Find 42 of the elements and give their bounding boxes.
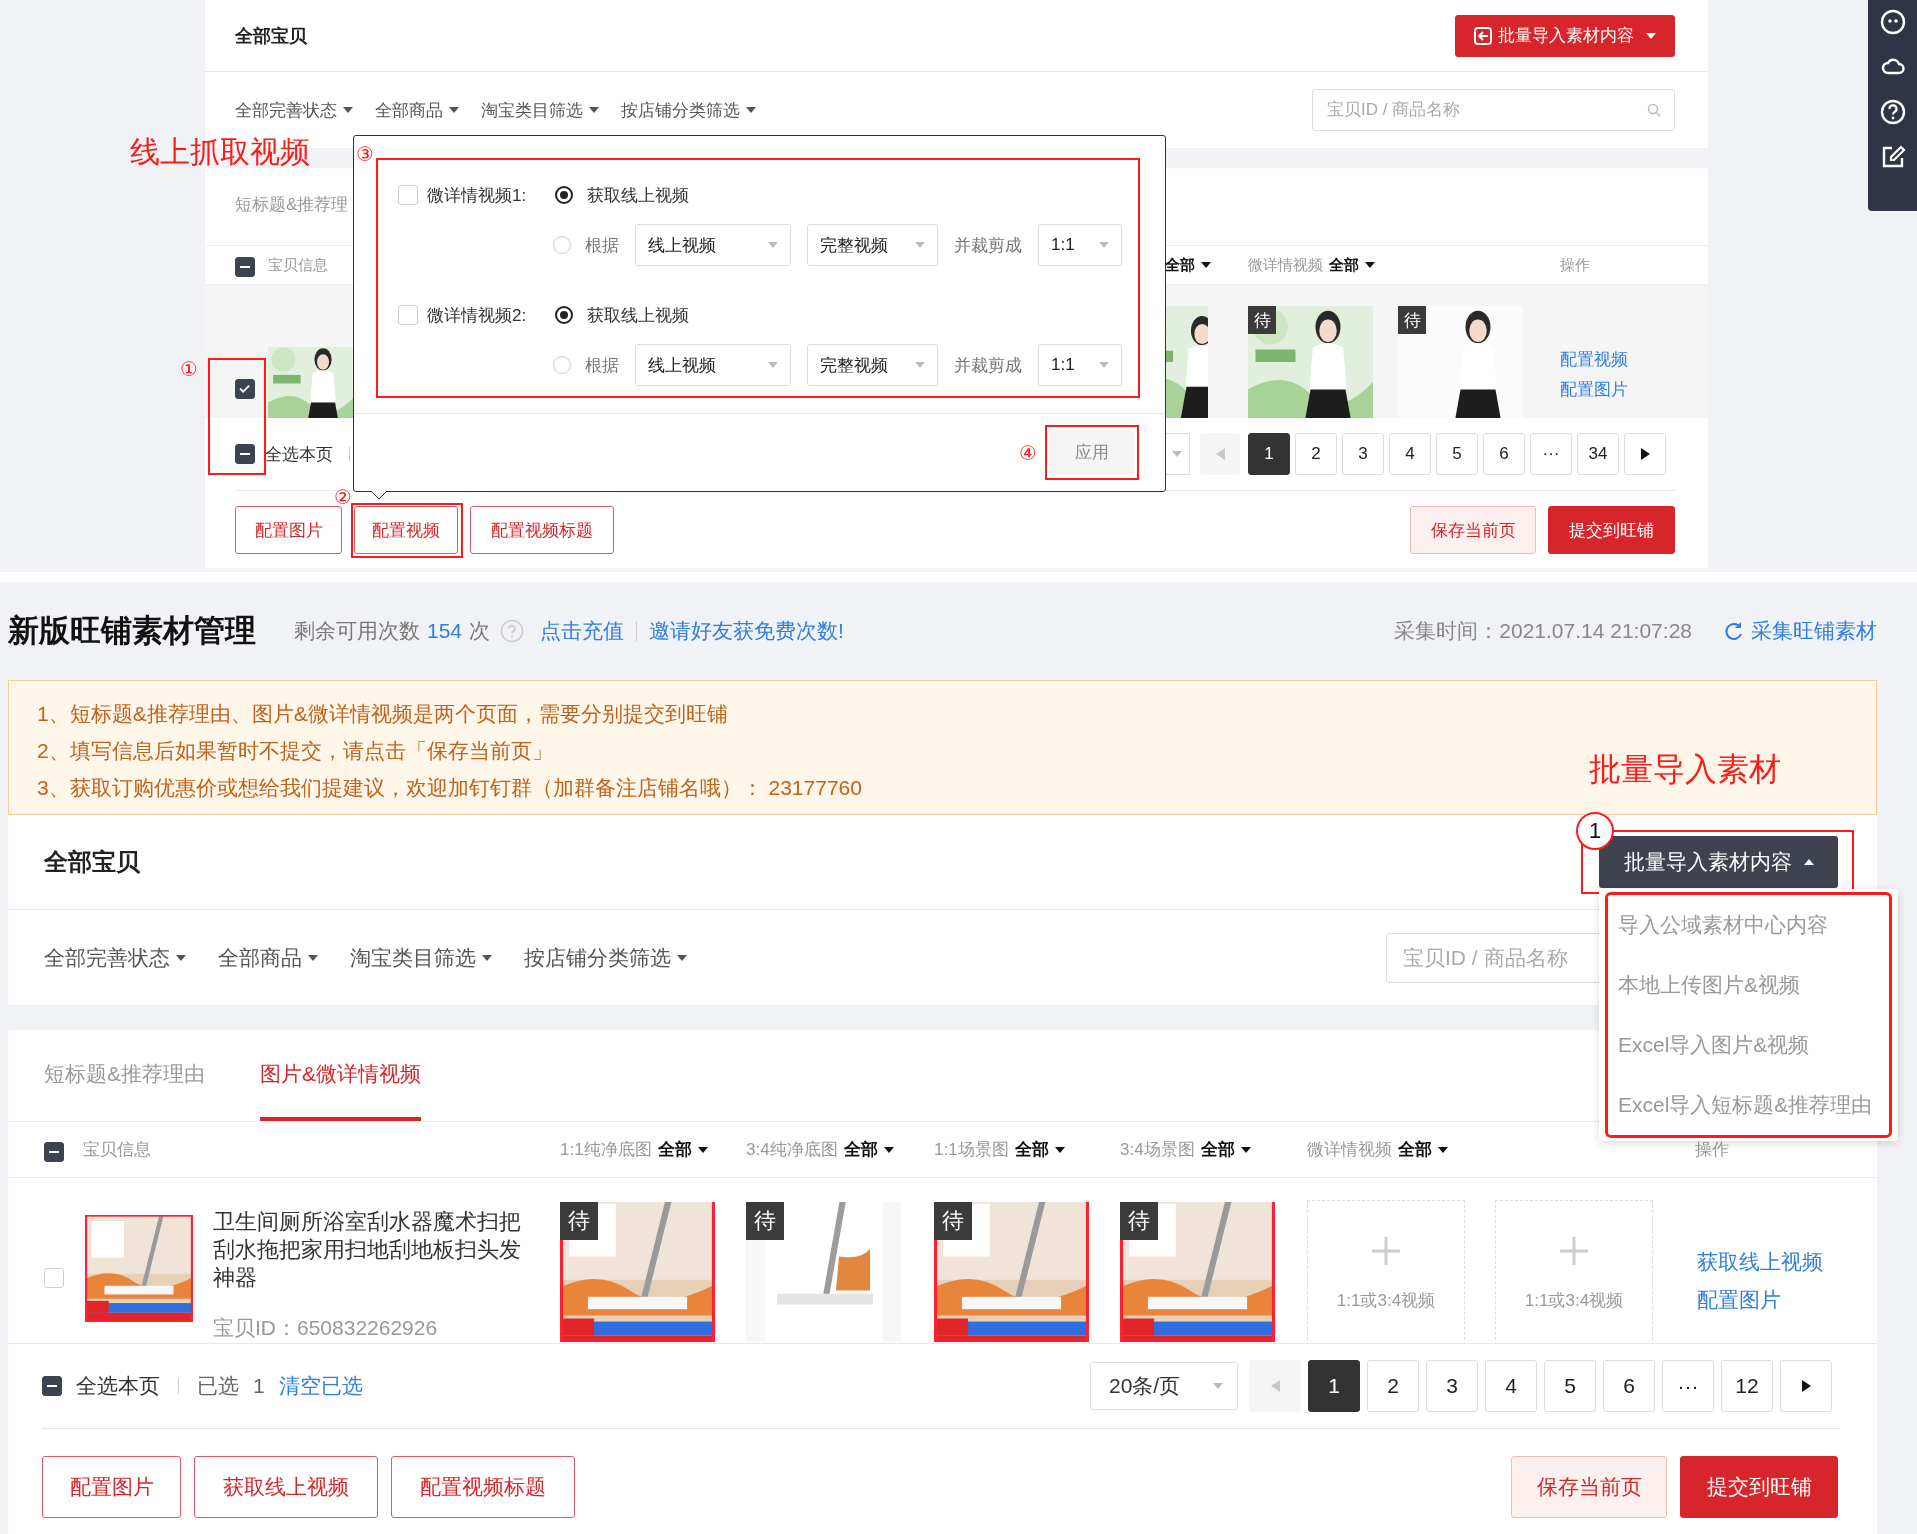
product-title: 卫生间厕所浴室刮水器魔术扫把刮水拖把家用扫地刮地板扫头发神器 (213, 1208, 522, 1292)
column-header: 宝贝信息 (83, 1139, 151, 1161)
notice-line: 1、短标题&推荐理由、图片&微详情视频是两个页面，需要分别提交到旺铺 (37, 701, 728, 727)
status-badge: 待 (934, 1202, 972, 1240)
column-header: 3:4纯净底图 (746, 1139, 838, 1161)
selected-label: 已选 (197, 1373, 239, 1399)
column-header: 操作 (1695, 1139, 1729, 1161)
status-badge: 待 (1248, 306, 1276, 334)
annotation-text: 批量导入素材 (1589, 750, 1781, 789)
column-header: 微详情视频 (1248, 255, 1323, 275)
column-header: 1:1纯净底图 (560, 1139, 652, 1161)
notice-line: 3、获取订购优惠价或想给我们提建议，欢迎加钉钉群（加群备注店铺名哦）： 23177760 (37, 775, 862, 801)
step-marker: ① (180, 357, 198, 381)
collect-time: 采集时间：2021.07.14 21:07:28 (1394, 618, 1692, 644)
section-title: 全部宝贝 (44, 847, 140, 877)
column-header: 微详情视频 (1307, 1139, 1392, 1161)
quota-count: 154 (427, 619, 463, 643)
section-title: 全部宝贝 (235, 24, 307, 48)
step-marker: ③ (356, 142, 374, 166)
step-marker: ④ (1019, 441, 1037, 465)
page-title: 新版旺铺素材管理 (8, 612, 256, 650)
column-header: 宝贝信息 (268, 255, 328, 275)
field-label: 并裁剪成 (954, 354, 1022, 377)
select-all-label: 全选本页 (76, 1373, 160, 1399)
selected-count: 1 (253, 1374, 265, 1398)
status-badge: 待 (560, 1202, 598, 1240)
status-badge: 待 (1120, 1202, 1158, 1240)
product-id: 宝贝ID：650832262926 (213, 1315, 439, 1341)
annotation-text: 线上抓取视频 (130, 134, 310, 170)
column-header: 1:1场景图 (934, 1139, 1009, 1161)
status-badge: 待 (1398, 306, 1426, 334)
field-label: 微详情视频2: (427, 304, 528, 327)
notice-line: 2、填写信息后如果暂时不提交，请点击「保存当前页」 (37, 738, 553, 764)
column-header: 操作 (1560, 255, 1590, 275)
field-label: 并裁剪成 (954, 234, 1022, 257)
select-all-label: 全选本页 (265, 443, 333, 466)
field-label: 微详情视频1: (427, 184, 528, 207)
status-badge: 待 (746, 1202, 784, 1240)
step-marker: ② (334, 485, 352, 509)
column-header: 3:4场景图 (1120, 1139, 1195, 1161)
quota-label: 剩余可用次数 (294, 618, 420, 644)
quota-unit: 次 (469, 618, 491, 644)
